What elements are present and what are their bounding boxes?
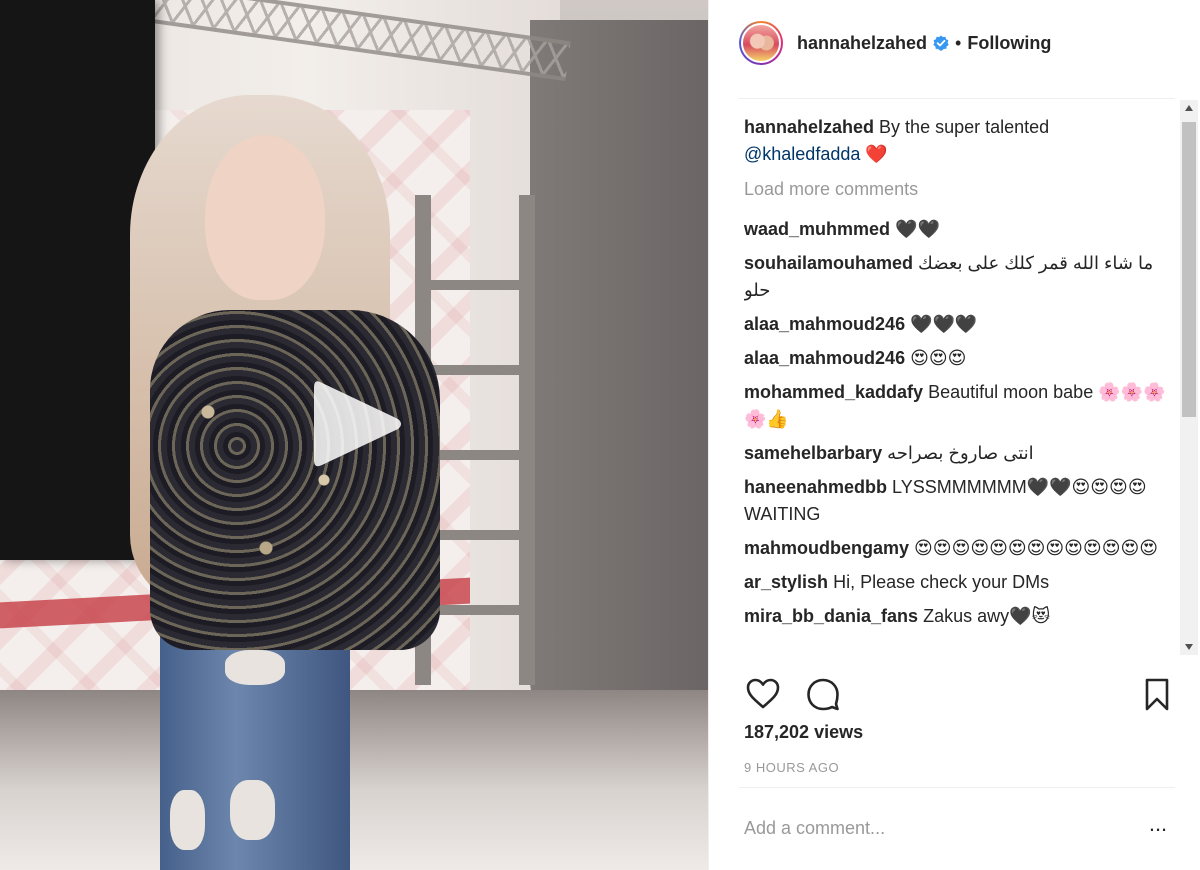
scrollbar-thumb[interactable] (1182, 122, 1196, 417)
comment-username[interactable]: alaa_mahmoud246 (744, 314, 905, 334)
views-count[interactable]: 187,202 views (744, 722, 863, 743)
comment-item: souhailamouhamed ما شاء الله قمر كلك على… (744, 250, 1174, 304)
comment-item: mahmoudbengamy 😍😍😍😍😍😍😍😍😍😍😍😍😍 (744, 535, 1174, 562)
load-more-comments-link[interactable]: Load more comments (744, 176, 1174, 203)
comment-item: mohammed_kaddafy Beautiful moon babe 🌸🌸🌸… (744, 379, 1174, 433)
post-details-panel: hannahelzahed • Following hannahelzahed … (708, 0, 1200, 870)
studio-backdrop (530, 20, 708, 740)
comment-item: samehelbarbary انتى صاروخ بصراحه (744, 440, 1174, 467)
comment-username[interactable]: mohammed_kaddafy (744, 382, 923, 402)
play-icon[interactable] (312, 376, 404, 472)
action-bar (739, 668, 1169, 718)
avatar[interactable] (739, 21, 783, 65)
scroll-up-arrow-icon[interactable] (1180, 100, 1198, 116)
verified-badge-icon (933, 35, 949, 51)
comment-text: انتى صاروخ بصراحه (887, 443, 1034, 463)
red-heart-emoji: ❤️ (865, 144, 888, 164)
comment-divider (739, 787, 1175, 788)
comment-username[interactable]: mahmoudbengamy (744, 538, 909, 558)
comment-username[interactable]: alaa_mahmoud246 (744, 348, 905, 368)
comment-username[interactable]: waad_muhmmed (744, 219, 890, 239)
scroll-down-arrow-icon[interactable] (1180, 639, 1198, 655)
comment-item: alaa_mahmoud246 😍😍😍 (744, 345, 1174, 372)
add-comment-input[interactable] (744, 810, 1129, 846)
comment-text: 🖤🖤 (895, 219, 940, 239)
caption: hannahelzahed By the super talented @kha… (744, 114, 1174, 168)
comment-username[interactable]: samehelbarbary (744, 443, 882, 463)
comment-text: Zakus awy🖤😻 (923, 606, 1051, 626)
comment-username[interactable]: haneenahmedbb (744, 477, 887, 497)
heart-icon[interactable] (745, 676, 781, 712)
caption-text: By the super talented (879, 117, 1050, 137)
following-button[interactable]: Following (967, 33, 1051, 54)
caption-mention-link[interactable]: @khaledfadda (744, 144, 860, 164)
comment-item: ar_stylish Hi, Please check your DMs (744, 569, 1174, 596)
comment-text: 😍😍😍 (910, 348, 967, 368)
comments-scrollbar[interactable] (1180, 100, 1198, 655)
comment-text: 🖤🖤🖤 (910, 314, 978, 334)
model-sequin-jacket (150, 310, 440, 650)
bookmark-icon[interactable] (1139, 676, 1175, 712)
caption-username[interactable]: hannahelzahed (744, 117, 874, 137)
comment-item: haneenahmedbb LYSSMMMMMM🖤🖤😍😍😍😍WAITING (744, 474, 1174, 528)
post-timestamp: 9 HOURS AGO (744, 760, 840, 775)
comment-item: alaa_mahmoud246 🖤🖤🖤 (744, 311, 1174, 338)
header-username[interactable]: hannahelzahed (797, 33, 927, 54)
comment-username[interactable]: mira_bb_dania_fans (744, 606, 918, 626)
comment-item: waad_muhmmed 🖤🖤 (744, 216, 1174, 243)
comment-bubble-icon[interactable] (805, 676, 841, 712)
comments-list[interactable]: hannahelzahed By the super talented @kha… (744, 114, 1174, 656)
header-divider (739, 98, 1175, 99)
studio-floor (0, 690, 708, 870)
comment-username[interactable]: ar_stylish (744, 572, 828, 592)
model-face (205, 135, 325, 300)
header-separator: • (955, 32, 962, 53)
post-media[interactable] (0, 0, 708, 870)
post-header: hannahelzahed • Following (709, 0, 1200, 86)
more-options-icon[interactable]: ... (1145, 813, 1171, 841)
comment-text: Hi, Please check your DMs (833, 572, 1050, 592)
comment-username[interactable]: souhailamouhamed (744, 253, 913, 273)
comment-item: mira_bb_dania_fans Zakus awy🖤😻 (744, 603, 1174, 630)
comment-text: 😍😍😍😍😍😍😍😍😍😍😍😍😍 (914, 538, 1158, 558)
